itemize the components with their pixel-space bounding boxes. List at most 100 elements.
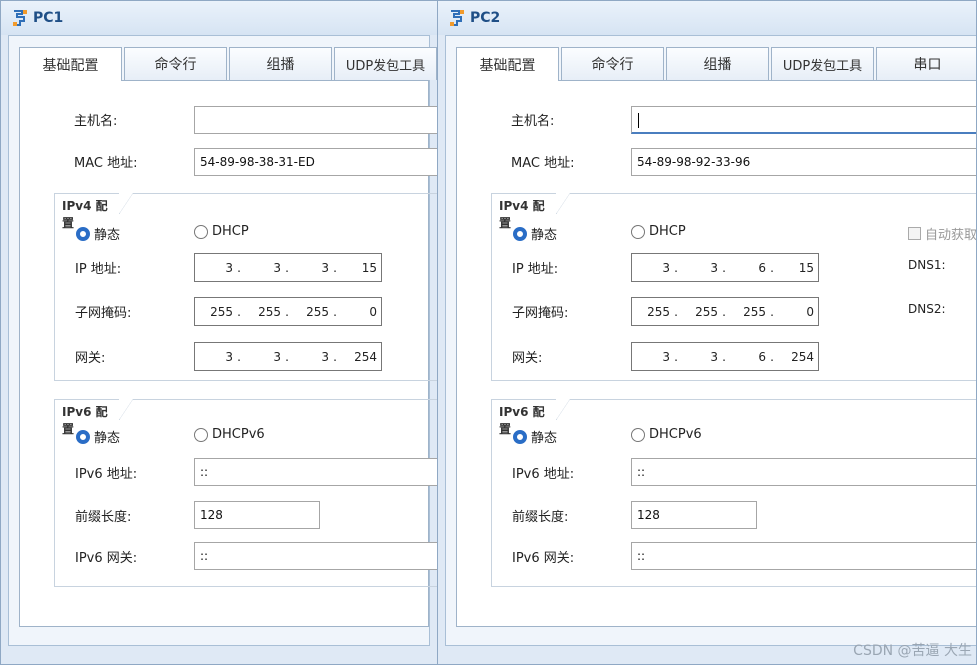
- ip-octet-3: 6: [758, 260, 766, 275]
- mask-octet-4: 0: [806, 304, 814, 319]
- pc1-tab-bar: 基础配置 命令行 组播 UDP发包工具: [19, 47, 437, 81]
- tab-command-line[interactable]: 命令行: [561, 47, 664, 80]
- tab-udp-tool[interactable]: UDP发包工具: [334, 47, 437, 80]
- hostname-input[interactable]: [194, 106, 437, 134]
- tab-udp-tool[interactable]: UDP发包工具: [771, 47, 874, 80]
- pc2-titlebar[interactable]: PC2: [438, 1, 976, 35]
- ipv6-config-group: IPv6 配置 静态 DHCPv6 IPv6 地址: :: 前缀长度: 128 …: [54, 399, 437, 587]
- gw-octet-2: 3: [273, 349, 281, 364]
- window-title: PC1: [33, 10, 64, 26]
- ip-address-input[interactable]: 3. 3. 3. 15: [194, 253, 382, 282]
- ipv6-static-radio[interactable]: 静态: [513, 427, 557, 446]
- ipv6-dhcp-label: DHCPv6: [212, 427, 265, 442]
- hostname-label: 主机名:: [74, 114, 118, 129]
- gw-octet-4: 254: [354, 349, 377, 364]
- ip-octet-1: 3: [662, 260, 670, 275]
- subnet-mask-label: 子网掩码:: [512, 306, 569, 321]
- prefix-length-label: 前缀长度:: [512, 510, 569, 525]
- mask-octet-4: 0: [369, 304, 377, 319]
- tab-serial-port[interactable]: 串口: [876, 47, 976, 80]
- pc2-config-frame: 基础配置 命令行 组播 UDP发包工具 串口 主机名: MAC 地址: 54-8…: [445, 35, 977, 646]
- ipv6-dhcp-radio[interactable]: DHCPv6: [194, 427, 265, 442]
- ipv4-dhcp-radio[interactable]: DHCP: [194, 224, 249, 239]
- pc1-window: PC1 基础配置 命令行 组播 UDP发包工具 主机名: MAC 地址: 54-…: [0, 0, 438, 665]
- tab-multicast[interactable]: 组播: [666, 47, 769, 80]
- auto-dns-label: 自动获取: [925, 228, 977, 243]
- mask-octet-3: 255: [306, 304, 329, 319]
- radio-selected-icon: [76, 429, 90, 444]
- gateway-label: 网关:: [512, 351, 543, 366]
- ipv6-dhcp-radio[interactable]: DHCPv6: [631, 427, 702, 442]
- octet-separator: .: [722, 304, 726, 319]
- gw-octet-2: 3: [710, 349, 718, 364]
- subnet-mask-input[interactable]: 255. 255. 255. 0: [194, 297, 382, 326]
- ip-address-input[interactable]: 3. 3. 6. 15: [631, 253, 819, 282]
- pc1-titlebar[interactable]: PC1: [1, 1, 437, 35]
- network-pc-icon: [450, 10, 464, 26]
- dns1-label: DNS1:: [908, 258, 946, 272]
- ipv4-static-radio[interactable]: 静态: [513, 224, 557, 243]
- ipv4-group-title: IPv4 配置: [54, 193, 133, 230]
- hostname-input[interactable]: [631, 106, 976, 134]
- ipv6-gateway-label: IPv6 网关:: [512, 551, 575, 566]
- pc2-tab-bar: 基础配置 命令行 组播 UDP发包工具 串口: [456, 47, 976, 81]
- octet-separator: .: [237, 260, 241, 275]
- gw-octet-4: 254: [791, 349, 814, 364]
- ipv6-static-radio[interactable]: 静态: [76, 427, 120, 446]
- mac-label: MAC 地址:: [74, 156, 138, 171]
- octet-separator: .: [333, 349, 337, 364]
- radio-selected-icon: [76, 226, 90, 241]
- ipv6-address-input[interactable]: ::: [194, 458, 437, 486]
- auto-dns-checkbox[interactable]: 自动获取: [908, 224, 977, 243]
- pc2-window: PC2 基础配置 命令行 组播 UDP发包工具 串口 主机名: MAC 地址: …: [437, 0, 977, 665]
- ipv6-address-input[interactable]: ::: [631, 458, 976, 486]
- mac-address-field: 54-89-98-38-31-ED: [194, 148, 437, 176]
- ipv6-gateway-input[interactable]: ::: [631, 542, 976, 570]
- ipv6-gateway-label: IPv6 网关:: [75, 551, 138, 566]
- prefix-length-input[interactable]: 128: [631, 501, 757, 529]
- mask-octet-2: 255: [695, 304, 718, 319]
- radio-selected-icon: [513, 226, 527, 241]
- ipv4-group-title: IPv4 配置: [491, 193, 570, 230]
- ipv4-dhcp-radio[interactable]: DHCP: [631, 224, 686, 239]
- prefix-length-input[interactable]: 128: [194, 501, 320, 529]
- gw-octet-3: 6: [758, 349, 766, 364]
- gw-octet-1: 3: [662, 349, 670, 364]
- tab-basic-config[interactable]: 基础配置: [456, 47, 559, 81]
- ipv4-dhcp-label: DHCP: [212, 224, 249, 239]
- octet-separator: .: [285, 349, 289, 364]
- ip-octet-3: 3: [321, 260, 329, 275]
- octet-separator: .: [770, 304, 774, 319]
- ipv6-config-group: IPv6 配置 静态 DHCPv6 IPv6 地址: :: 前缀长度: 128 …: [491, 399, 976, 587]
- checkbox-unchecked-icon: [908, 227, 921, 240]
- ip-octet-4: 15: [798, 260, 814, 275]
- dns2-label: DNS2:: [908, 302, 946, 316]
- pc2-basic-config-panel: 主机名: MAC 地址: 54-89-98-92-33-96 IPv4 配置 静…: [456, 80, 977, 627]
- subnet-mask-label: 子网掩码:: [75, 306, 132, 321]
- gw-octet-3: 3: [321, 349, 329, 364]
- tab-basic-config[interactable]: 基础配置: [19, 47, 122, 81]
- gateway-input[interactable]: 3. 3. 3. 254: [194, 342, 382, 371]
- ipv6-address-label: IPv6 地址:: [512, 467, 575, 482]
- octet-separator: .: [770, 349, 774, 364]
- tab-multicast[interactable]: 组播: [229, 47, 332, 80]
- octet-separator: .: [674, 260, 678, 275]
- hostname-label: 主机名:: [511, 114, 555, 129]
- ipv4-static-radio[interactable]: 静态: [76, 224, 120, 243]
- text-caret: [638, 113, 639, 128]
- ipv6-static-label: 静态: [531, 431, 558, 446]
- pc1-config-frame: 基础配置 命令行 组播 UDP发包工具 主机名: MAC 地址: 54-89-9…: [8, 35, 437, 646]
- tab-command-line[interactable]: 命令行: [124, 47, 227, 80]
- ip-address-label: IP 地址:: [512, 262, 559, 277]
- radio-unselected-icon: [194, 224, 208, 239]
- gw-octet-1: 3: [225, 349, 233, 364]
- mac-label: MAC 地址:: [511, 156, 575, 171]
- radio-unselected-icon: [194, 427, 208, 442]
- mask-octet-1: 255: [647, 304, 670, 319]
- octet-separator: .: [722, 260, 726, 275]
- gateway-input[interactable]: 3. 3. 6. 254: [631, 342, 819, 371]
- ipv4-static-label: 静态: [531, 228, 558, 243]
- radio-unselected-icon: [631, 427, 645, 442]
- subnet-mask-input[interactable]: 255. 255. 255. 0: [631, 297, 819, 326]
- ipv6-gateway-input[interactable]: ::: [194, 542, 437, 570]
